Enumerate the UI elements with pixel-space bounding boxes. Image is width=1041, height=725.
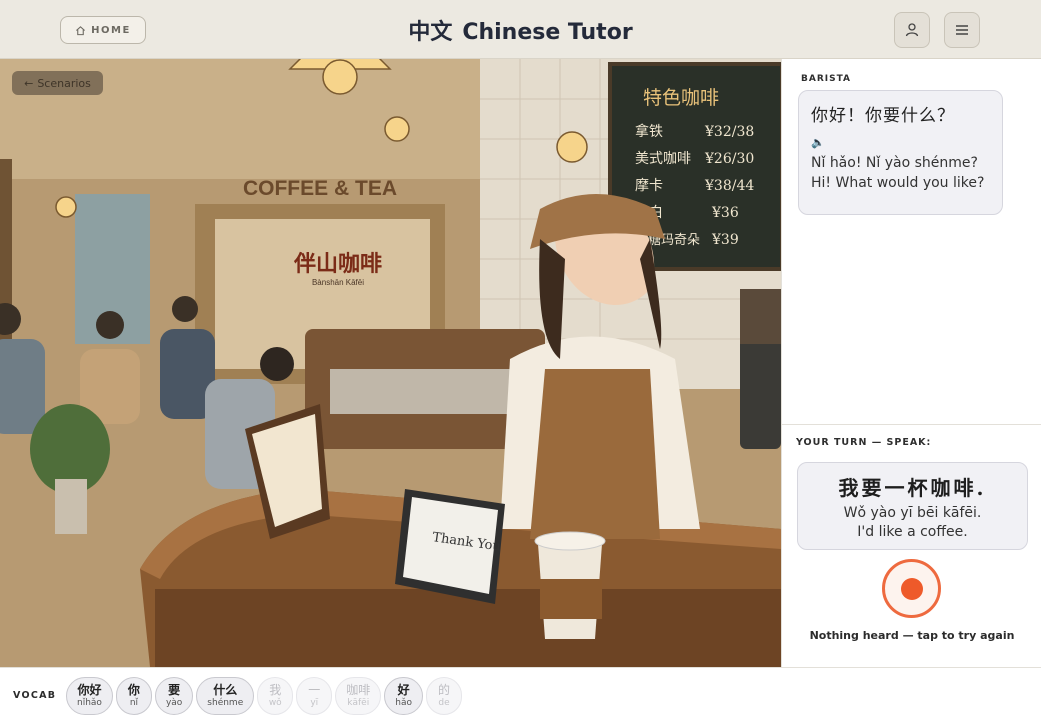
vocab-chip-hanzi: 好 xyxy=(397,683,410,697)
vocab-chip-pinyin: yī xyxy=(310,698,319,708)
menu-item-name: 摩卡 xyxy=(635,177,663,194)
shop-name-pinyin: Bànshān Kāfēi xyxy=(312,278,364,287)
vocab-chip[interactable]: 的 de xyxy=(426,677,462,715)
vocab-chip-pinyin: nǐ xyxy=(129,698,139,708)
vocab-chip-hanzi: 什么 xyxy=(213,683,238,697)
app-title-hanzi: 中文 xyxy=(408,19,453,45)
app-title: 中文 Chinese Tutor xyxy=(0,14,1041,46)
profile-button[interactable] xyxy=(894,12,930,48)
vocab-chip-pinyin: hǎo xyxy=(395,698,412,708)
scenarios-label: Scenarios xyxy=(37,76,91,90)
scenarios-back-button[interactable]: ← Scenarios xyxy=(12,71,103,95)
menu-item-name: 拿铁 xyxy=(635,123,663,140)
coffee-tea-sign: COFFEE & TEA xyxy=(243,177,397,200)
your-turn-label: YOUR TURN — SPEAK: xyxy=(796,437,932,448)
app-header: HOME 中文 Chinese Tutor xyxy=(0,0,1041,59)
vocab-chip-hanzi: 要 xyxy=(168,683,181,697)
user-icon xyxy=(905,23,919,37)
target-translation: I'd like a coffee. xyxy=(857,524,968,540)
vocab-chip-hanzi: 我 xyxy=(269,683,282,697)
hamburger-menu-icon xyxy=(956,25,968,35)
vocab-chip-pinyin: de xyxy=(438,698,450,708)
menu-item-name: 美式咖啡 xyxy=(635,151,691,167)
barista-speech-bubble: 你好！你要什么？ 🔈 Nǐ hǎo! Nǐ yào shénme? Hi! Wh… xyxy=(798,90,1003,215)
target-pinyin: Wǒ yào yī bēi kāfēi. xyxy=(843,505,982,521)
menu-item-price: ¥38/44 xyxy=(704,178,754,194)
vocab-bar: VOCAB 你好 nǐhǎo 你 nǐ 要 yào 什么 shénme 我 wǒ… xyxy=(0,667,1041,725)
panel-divider xyxy=(782,424,1041,425)
vocab-chip[interactable]: 好 hǎo xyxy=(384,677,423,715)
vocab-chip-hanzi: 咖啡 xyxy=(346,683,371,697)
vocab-chip-list: 你好 nǐhǎo 你 nǐ 要 yào 什么 shénme 我 wǒ 一 yī … xyxy=(66,677,462,715)
conversation-panel: BARISTA 你好！你要什么？ 🔈 Nǐ hǎo! Nǐ yào shénme… xyxy=(781,59,1041,667)
menu-item-price: ¥32/38 xyxy=(704,124,754,140)
vocab-chip-hanzi: 的 xyxy=(437,683,450,697)
speaker-icon[interactable]: 🔈 xyxy=(811,136,990,149)
vocab-chip[interactable]: 咖啡 kāfēi xyxy=(335,677,382,715)
vocab-chip-hanzi: 一 xyxy=(308,683,321,697)
menu-button[interactable] xyxy=(944,12,980,48)
app-title-text: Chinese Tutor xyxy=(462,20,633,45)
vocab-chip-pinyin: nǐhǎo xyxy=(77,698,102,708)
vocab-chip[interactable]: 我 wǒ xyxy=(257,677,294,715)
vocab-chip-hanzi: 你好 xyxy=(77,683,102,697)
target-hanzi: 我要一杯咖啡. xyxy=(838,476,987,500)
scene-illustration: COFFEE & TEA 伴山咖啡 Bànshān Kāfēi 特色咖啡 拿铁 … xyxy=(0,59,781,667)
record-button[interactable] xyxy=(882,559,941,618)
vocab-chip-pinyin: wǒ xyxy=(268,698,282,708)
barista-pinyin: Nǐ hǎo! Nǐ yào shénme? xyxy=(811,155,978,171)
vocab-chip[interactable]: 一 yī xyxy=(296,677,333,715)
barista-hanzi: 你好！你要什么？ xyxy=(811,106,955,126)
target-phrase-card: 我要一杯咖啡. Wǒ yào yī bēi kāfēi. I'd like a … xyxy=(797,462,1028,550)
vocab-chip-pinyin: shénme xyxy=(207,698,244,708)
cafe-scene-image: COFFEE & TEA 伴山咖啡 Bànshān Kāfēi 特色咖啡 拿铁 … xyxy=(0,59,781,667)
vocab-chip-hanzi: 你 xyxy=(127,683,140,697)
vocab-chip-pinyin: yào xyxy=(165,698,183,708)
vocab-chip[interactable]: 什么 shénme xyxy=(196,677,255,715)
record-icon xyxy=(900,577,923,600)
arrow-left-icon: ← xyxy=(24,76,34,90)
vocab-label: VOCAB xyxy=(13,690,57,701)
speaker-label: BARISTA xyxy=(801,74,851,84)
barista-translation: Hi! What would you like? xyxy=(811,175,985,191)
menu-item-price: ¥39 xyxy=(711,232,739,248)
speech-status: Nothing heard — tap to try again xyxy=(809,629,1015,642)
vocab-chip-pinyin: kāfēi xyxy=(347,698,370,708)
vocab-chip[interactable]: 要 yào xyxy=(154,677,194,715)
vocab-chip[interactable]: 你 nǐ xyxy=(115,677,152,715)
menu-item-price: ¥36 xyxy=(711,205,739,221)
shop-name-sign: 伴山咖啡 xyxy=(293,251,382,277)
menu-board-title: 特色咖啡 xyxy=(643,87,719,109)
menu-item-price: ¥26/30 xyxy=(704,151,754,167)
vocab-chip[interactable]: 你好 nǐhǎo xyxy=(66,677,113,715)
